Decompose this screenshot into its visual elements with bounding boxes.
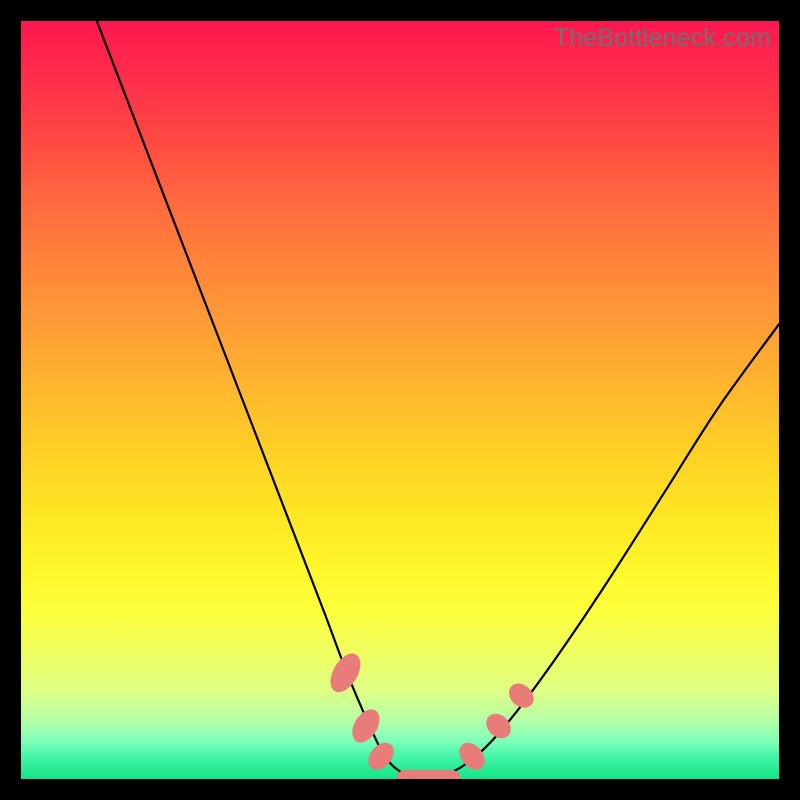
bead-right-mid [481, 709, 515, 743]
chart-area: TheBottleneck.com [21, 21, 779, 779]
curve-beads [324, 648, 538, 779]
bead-left-mid [347, 704, 386, 747]
bead-right-upper [504, 679, 538, 713]
chart-svg [21, 21, 779, 779]
bead-bottom-bar [396, 770, 460, 779]
bottleneck-curve [97, 21, 779, 776]
bead-left-low [363, 738, 399, 775]
bead-left-upper [324, 648, 366, 697]
